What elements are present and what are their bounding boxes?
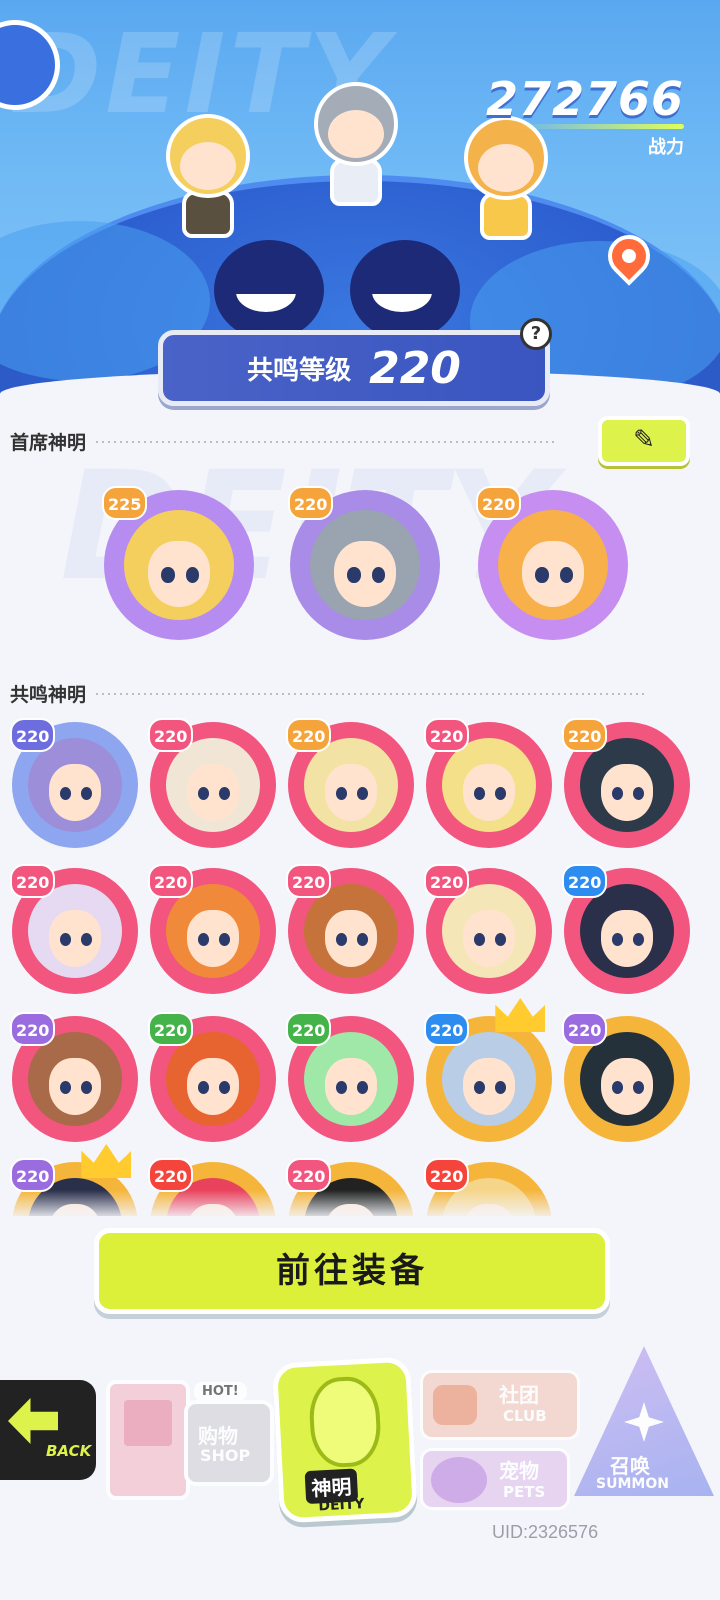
bottom-nav: BACK HOT! 购物 SHOP 神明 DEITY 社团 CLUB 宠物 PE… (0, 1330, 720, 1600)
nav-summon[interactable]: 召唤 SUMMON (574, 1346, 714, 1496)
resonance-deity-card[interactable]: 220 (424, 718, 552, 848)
nav-club[interactable]: 社团 CLUB (420, 1370, 580, 1440)
club-icon (433, 1385, 477, 1425)
level-badge: 220 (286, 1158, 332, 1192)
deity-label-en: DEITY (318, 1496, 365, 1515)
resonance-deity-card[interactable]: 220 (10, 864, 138, 994)
crown-icon (495, 998, 546, 1032)
summon-label-en: SUMMON (596, 1476, 669, 1492)
level-badge: 220 (148, 1158, 194, 1192)
resonance-deity-card[interactable]: 220 (10, 718, 138, 848)
nav-shop[interactable]: HOT! 购物 SHOP (100, 1340, 280, 1510)
level-badge: 220 (424, 864, 470, 898)
character-portrait (28, 738, 122, 832)
user-id: UID:2326576 (492, 1522, 599, 1542)
club-label-cn: 社团 (499, 1383, 539, 1407)
character-portrait (304, 738, 398, 832)
scroll-fade (0, 1190, 720, 1220)
resonance-deity-card[interactable]: 220 (286, 864, 414, 994)
level-badge: 220 (286, 1012, 332, 1046)
character-portrait (166, 1032, 260, 1126)
character-portrait (442, 738, 536, 832)
resonance-deity-card[interactable]: 220 (286, 718, 414, 848)
level-badge: 220 (562, 718, 608, 752)
resonance-deity-card[interactable]: 220 (424, 864, 552, 994)
nav-pets[interactable]: 宠物 PETS (420, 1448, 570, 1510)
character-portrait (304, 884, 398, 978)
level-badge: 220 (148, 718, 194, 752)
back-button[interactable]: BACK (0, 1380, 96, 1480)
character-portrait (442, 884, 536, 978)
level-badge: 220 (424, 718, 470, 752)
level-badge: 220 (424, 1158, 470, 1192)
resonance-deity-card[interactable]: 220 (562, 1012, 690, 1142)
club-label-en: CLUB (503, 1407, 547, 1425)
vending-machine-icon (106, 1380, 190, 1500)
character-portrait (304, 1032, 398, 1126)
resonance-deity-card[interactable]: 220 (148, 1012, 276, 1142)
shop-hot-badge: HOT! (194, 1382, 247, 1401)
character-portrait (28, 1032, 122, 1126)
pet-icon (431, 1457, 487, 1503)
pets-label-cn: 宠物 (499, 1459, 539, 1483)
level-badge: 220 (286, 718, 332, 752)
go-to-equipment-button[interactable]: 前往装备 (94, 1228, 610, 1314)
level-badge: 220 (286, 864, 332, 898)
back-arrow-icon (8, 1398, 58, 1444)
character-portrait (580, 884, 674, 978)
character-portrait (28, 884, 122, 978)
level-badge: 220 (10, 718, 56, 752)
resonance-deity-card[interactable]: 220 (286, 1012, 414, 1142)
shop-label-cn: 购物 (198, 1424, 238, 1448)
character-portrait (442, 1032, 536, 1126)
level-badge: 220 (562, 1012, 608, 1046)
level-badge: 220 (424, 1012, 470, 1046)
level-badge: 220 (10, 1012, 56, 1046)
character-portrait (580, 738, 674, 832)
level-badge: 220 (562, 864, 608, 898)
back-label: BACK (46, 1442, 92, 1460)
character-portrait (166, 884, 260, 978)
shop-label-en: SHOP (200, 1446, 251, 1465)
level-badge: 220 (10, 864, 56, 898)
character-portrait (580, 1032, 674, 1126)
resonance-deity-card[interactable]: 220 (10, 1012, 138, 1142)
resonance-deity-card[interactable]: 220 (148, 718, 276, 848)
summon-label-cn: 召唤 (610, 1454, 650, 1478)
pets-label-en: PETS (503, 1483, 546, 1501)
resonance-deity-card[interactable]: 220 (562, 718, 690, 848)
level-badge: 220 (148, 864, 194, 898)
level-badge: 220 (10, 1158, 56, 1192)
character-portrait (166, 738, 260, 832)
resonance-deity-grid: 220 220 220 220 220 220 220 220 220 220 220 220 220 2… (0, 0, 720, 1216)
level-badge: 220 (148, 1012, 194, 1046)
resonance-deity-card[interactable]: 220 (148, 864, 276, 994)
nav-deity[interactable]: 神明 DEITY (271, 1356, 419, 1524)
crown-icon (81, 1144, 132, 1178)
resonance-deity-card[interactable]: 220 (562, 864, 690, 994)
resonance-deity-card[interactable]: 220 (424, 998, 552, 1142)
deity-character-icon (307, 1375, 383, 1469)
